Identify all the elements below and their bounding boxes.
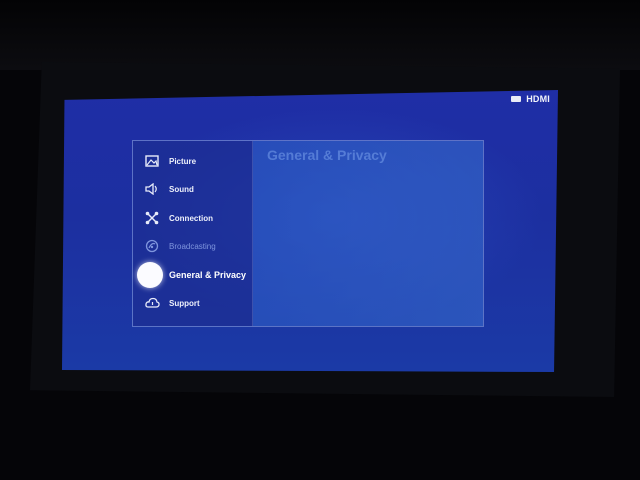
content-title: General & Privacy bbox=[267, 147, 387, 163]
hdmi-input-icon bbox=[511, 96, 522, 102]
settings-panel: Picture Sound Connection Broadcasting Ge… bbox=[132, 140, 484, 327]
menu-item-label: Connection bbox=[169, 213, 213, 223]
room-background bbox=[0, 0, 640, 70]
menu-item-label: Picture bbox=[169, 156, 197, 166]
menu-item-label: Sound bbox=[169, 184, 194, 194]
menu-item-general-privacy[interactable]: General & Privacy bbox=[133, 261, 252, 289]
tv-screen: HDMI Picture Sound Connection Broadcasti… bbox=[62, 90, 558, 372]
settings-content: General & Privacy bbox=[253, 141, 483, 326]
general-privacy-icon bbox=[137, 262, 163, 288]
settings-menu: Picture Sound Connection Broadcasting Ge… bbox=[133, 141, 253, 326]
input-source-label: HDMI bbox=[526, 94, 550, 104]
sound-icon bbox=[144, 182, 160, 196]
menu-item-sound[interactable]: Sound bbox=[133, 175, 252, 203]
menu-item-broadcasting[interactable]: Broadcasting bbox=[133, 232, 252, 260]
picture-icon bbox=[144, 154, 160, 168]
menu-item-picture[interactable]: Picture bbox=[133, 147, 252, 175]
menu-item-label: General & Privacy bbox=[169, 270, 247, 280]
menu-item-support[interactable]: Support bbox=[133, 289, 252, 317]
menu-item-label: Broadcasting bbox=[169, 241, 216, 251]
broadcasting-icon bbox=[144, 239, 160, 253]
menu-item-connection[interactable]: Connection bbox=[133, 204, 252, 232]
connection-icon bbox=[144, 211, 160, 225]
menu-item-label: Support bbox=[169, 298, 200, 308]
support-icon bbox=[144, 296, 160, 310]
input-source-indicator: HDMI bbox=[511, 94, 550, 104]
